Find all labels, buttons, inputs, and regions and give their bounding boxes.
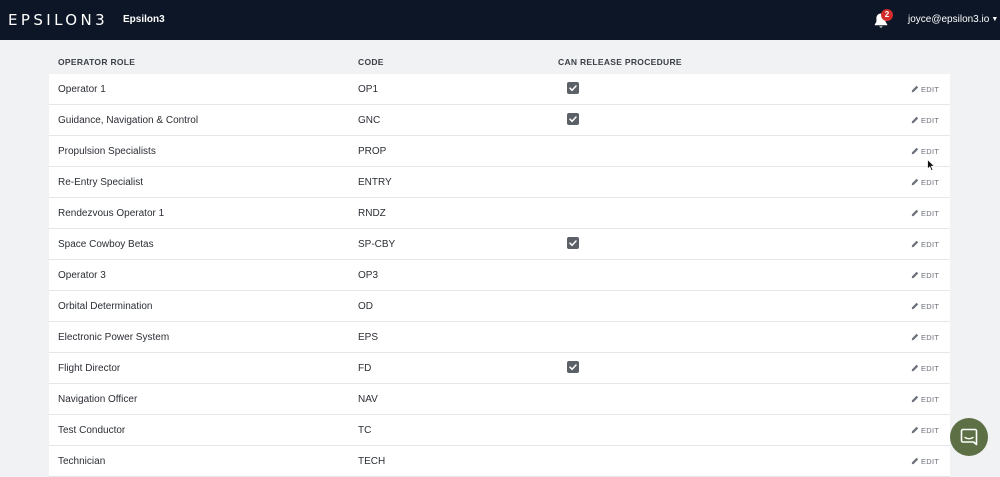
code-cell: SP-CBY <box>358 239 396 250</box>
edit-button[interactable]: EDIT <box>911 364 939 374</box>
edit-label: EDIT <box>921 364 940 373</box>
table-row: Test Conductor TC EDIT <box>49 415 950 446</box>
code-cell: TC <box>358 425 372 436</box>
top-navbar: EPSILON3 Epsilon3 2 joyce@epsilon3.io ▼ <box>0 0 1000 40</box>
pencil-icon <box>911 116 921 125</box>
column-header-code: CODE <box>358 57 384 67</box>
edit-label: EDIT <box>921 457 940 466</box>
pencil-icon <box>911 333 921 342</box>
can-release-checkbox[interactable] <box>567 113 579 125</box>
edit-label: EDIT <box>921 333 940 342</box>
can-release-checkbox[interactable] <box>567 361 579 373</box>
code-cell: GNC <box>358 115 381 126</box>
pencil-icon <box>911 395 921 404</box>
code-cell: ENTRY <box>358 177 392 188</box>
operator-role-cell: Orbital Determination <box>58 301 153 312</box>
code-cell: FD <box>358 363 372 374</box>
notification-badge[interactable]: 2 <box>881 9 893 21</box>
edit-button[interactable]: EDIT <box>911 178 939 188</box>
edit-button[interactable]: EDIT <box>911 302 939 312</box>
operator-role-cell: Navigation Officer <box>58 394 138 405</box>
edit-button[interactable]: EDIT <box>911 147 939 157</box>
edit-label: EDIT <box>921 85 940 94</box>
pencil-icon <box>911 178 921 187</box>
edit-button[interactable]: EDIT <box>911 85 939 95</box>
user-menu[interactable]: joyce@epsilon3.io ▼ <box>908 14 998 26</box>
table-row: Rendezvous Operator 1 RNDZ EDIT <box>49 198 950 229</box>
edit-button[interactable]: EDIT <box>911 426 939 436</box>
edit-button[interactable]: EDIT <box>911 209 939 219</box>
edit-label: EDIT <box>921 178 940 187</box>
chat-launcher-button[interactable] <box>950 418 988 456</box>
table-row: Flight Director FD EDIT <box>49 353 950 384</box>
table-row: Re-Entry Specialist ENTRY EDIT <box>49 167 950 198</box>
edit-button[interactable]: EDIT <box>911 333 939 343</box>
edit-button[interactable]: EDIT <box>911 240 939 250</box>
pencil-icon <box>911 302 921 311</box>
code-cell: OP1 <box>358 84 379 95</box>
code-cell: EPS <box>358 332 379 343</box>
pencil-icon <box>911 85 921 94</box>
mouse-pointer-icon <box>927 158 936 177</box>
edit-button[interactable]: EDIT <box>911 271 939 281</box>
edit-label: EDIT <box>921 147 940 156</box>
operator-role-cell: Rendezvous Operator 1 <box>58 208 165 219</box>
operator-role-cell: Operator 3 <box>58 270 106 281</box>
can-release-checkbox[interactable] <box>567 82 579 94</box>
code-cell: NAV <box>358 394 378 405</box>
code-cell: RNDZ <box>358 208 386 219</box>
table-row: Electronic Power System EPS EDIT <box>49 322 950 353</box>
edit-button[interactable]: EDIT <box>911 395 939 405</box>
edit-label: EDIT <box>921 302 940 311</box>
epsilon3-logo[interactable]: EPSILON3 <box>8 11 108 29</box>
code-cell: PROP <box>358 146 387 157</box>
operator-role-cell: Flight Director <box>58 363 121 374</box>
operator-role-cell: Technician <box>58 456 106 467</box>
code-cell: OD <box>358 301 373 312</box>
operator-role-cell: Re-Entry Specialist <box>58 177 144 188</box>
table-row: Operator 3 OP3 EDIT <box>49 260 950 291</box>
table-row: Orbital Determination OD EDIT <box>49 291 950 322</box>
table-body: Operator 1 OP1 EDIT Guidance, Navigation & … <box>49 74 950 477</box>
chat-bubble-icon <box>960 428 978 446</box>
operator-role-cell: Guidance, Navigation & Control <box>58 115 199 126</box>
table-row: Propulsion Specialists PROP EDIT <box>49 136 950 167</box>
operator-roles-table: OPERATOR ROLE CODE CAN RELEASE PROCEDURE… <box>49 49 950 477</box>
workspace-name[interactable]: Epsilon3 <box>123 14 165 26</box>
operator-role-cell: Operator 1 <box>58 84 106 95</box>
edit-button[interactable]: EDIT <box>911 457 939 467</box>
table-row: Navigation Officer NAV EDIT <box>49 384 950 415</box>
edit-label: EDIT <box>921 209 940 218</box>
operator-role-cell: Test Conductor <box>58 425 126 436</box>
edit-label: EDIT <box>921 240 940 249</box>
pencil-icon <box>911 271 921 280</box>
pencil-icon <box>911 147 921 156</box>
pencil-icon <box>911 209 921 218</box>
chevron-down-icon: ▼ <box>991 16 999 23</box>
edit-label: EDIT <box>921 426 940 435</box>
operator-role-cell: Space Cowboy Betas <box>58 239 154 250</box>
table-row: Operator 1 OP1 EDIT <box>49 74 950 105</box>
can-release-checkbox[interactable] <box>567 237 579 249</box>
edit-label: EDIT <box>921 395 940 404</box>
code-cell: TECH <box>358 456 386 467</box>
table-row: Guidance, Navigation & Control GNC EDIT <box>49 105 950 136</box>
edit-label: EDIT <box>921 116 940 125</box>
table-row: Technician TECH EDIT <box>49 446 950 477</box>
table-header: OPERATOR ROLE CODE CAN RELEASE PROCEDURE <box>49 49 950 74</box>
pencil-icon <box>911 240 921 249</box>
table-row: Space Cowboy Betas SP-CBY EDIT <box>49 229 950 260</box>
operator-role-cell: Propulsion Specialists <box>58 146 156 157</box>
column-header-operator-role: OPERATOR ROLE <box>58 57 136 67</box>
edit-label: EDIT <box>921 271 940 280</box>
pencil-icon <box>911 426 921 435</box>
operator-role-cell: Electronic Power System <box>58 332 170 343</box>
pencil-icon <box>911 364 921 373</box>
column-header-can-release-procedure: CAN RELEASE PROCEDURE <box>558 57 682 67</box>
code-cell: OP3 <box>358 270 379 281</box>
edit-button[interactable]: EDIT <box>911 116 939 126</box>
pencil-icon <box>911 457 921 466</box>
user-email: joyce@epsilon3.io <box>908 14 990 25</box>
